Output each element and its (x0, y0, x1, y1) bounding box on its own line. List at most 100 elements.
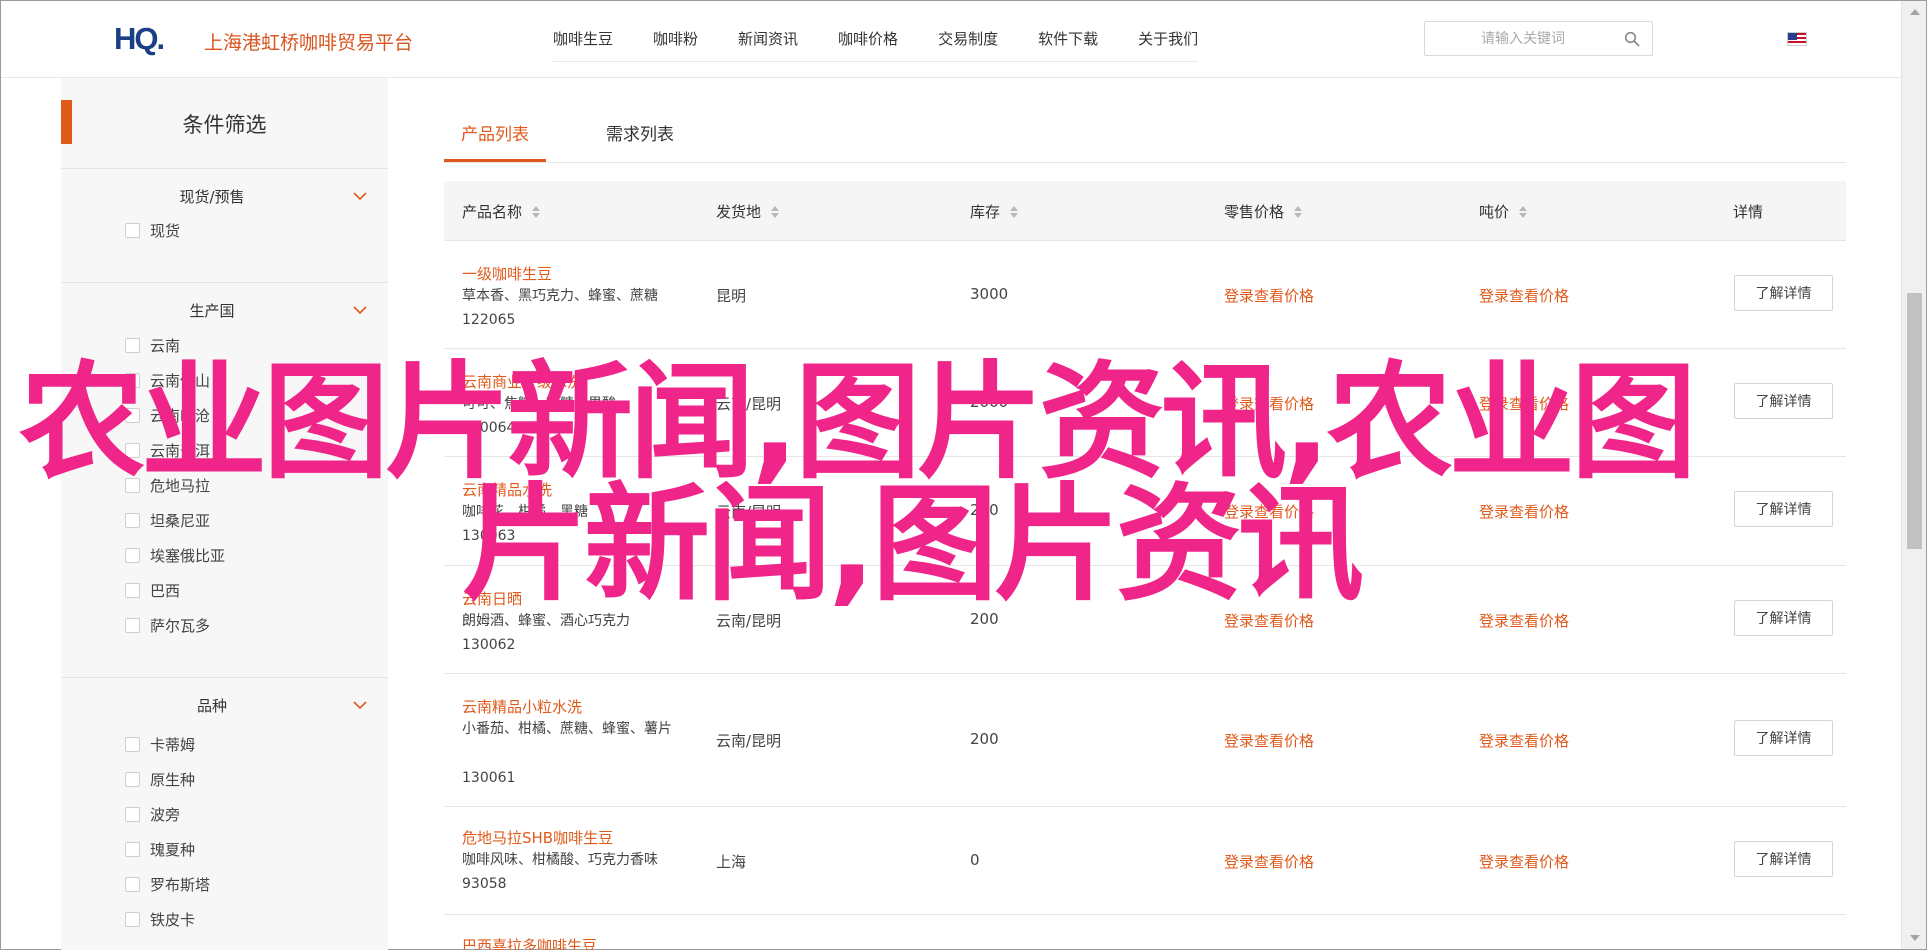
view-details-button[interactable]: 了解详情 (1734, 383, 1833, 419)
scroll-down-arrow-icon[interactable] (1910, 935, 1920, 941)
view-details-button[interactable]: 了解详情 (1734, 275, 1833, 311)
sort-icon[interactable] (1010, 205, 1019, 219)
filter-group-title[interactable]: 现货/预售 (61, 186, 363, 207)
ton-price-login-link[interactable]: 登录查看价格 (1479, 610, 1569, 631)
filter-option[interactable]: 瑰夏种 (125, 839, 195, 859)
filter-header: 条件筛选 (61, 78, 388, 169)
filter-option[interactable]: 云南保山 (125, 370, 210, 390)
column-header-ton-price[interactable]: 吨价 (1479, 201, 1528, 222)
checkbox[interactable] (125, 442, 140, 458)
retail-price-login-link[interactable]: 登录查看价格 (1224, 285, 1314, 306)
filter-option[interactable]: 卡蒂姆 (125, 734, 195, 754)
checkbox[interactable] (125, 547, 140, 563)
filter-option[interactable]: 坦桑尼亚 (125, 510, 210, 530)
filter-option[interactable]: 云南临沧 (125, 405, 210, 425)
checkbox[interactable] (125, 512, 140, 528)
filter-option[interactable]: 埃塞俄比亚 (125, 545, 225, 565)
column-header-retail-price[interactable]: 零售价格 (1224, 201, 1303, 222)
product-name-link[interactable]: 云南精品水洗 (462, 479, 552, 500)
nav-item-about-us[interactable]: 关于我们 (1138, 24, 1198, 62)
stock-cell: 200 (970, 610, 999, 628)
filter-option-label: 坦桑尼亚 (150, 511, 211, 530)
tab-demand-list[interactable]: 需求列表 (606, 120, 674, 162)
tab-product-list[interactable]: 产品列表 (444, 120, 546, 162)
filter-option[interactable]: 铁皮卡 (125, 909, 195, 929)
search-icon[interactable] (1624, 31, 1640, 47)
site-logo[interactable]: HQ. (114, 21, 165, 56)
retail-price-login-link[interactable]: 登录查看价格 (1224, 610, 1314, 631)
filter-option[interactable]: 云南普洱 (125, 440, 210, 460)
checkbox[interactable] (125, 582, 140, 598)
scrollbar-thumb[interactable] (1907, 293, 1922, 549)
retail-price-login-link[interactable]: 登录查看价格 (1224, 851, 1314, 872)
ton-price-login-link[interactable]: 登录查看价格 (1479, 393, 1569, 414)
checkbox[interactable] (125, 337, 140, 353)
retail-price-login-link[interactable]: 登录查看价格 (1224, 730, 1314, 751)
filter-option[interactable]: 现货 (125, 220, 180, 240)
filter-option[interactable]: 云南 (125, 335, 180, 355)
checkbox[interactable] (125, 806, 140, 822)
sort-icon[interactable] (1519, 205, 1528, 219)
column-header-product-name[interactable]: 产品名称 (462, 201, 541, 222)
product-name-link[interactable]: 一级咖啡生豆 (462, 263, 552, 284)
filter-option[interactable]: 原生种 (125, 769, 195, 789)
filter-option[interactable]: 危地马拉 (125, 475, 210, 495)
chevron-down-icon[interactable] (353, 305, 367, 315)
view-details-button[interactable]: 了解详情 (1734, 841, 1833, 877)
column-header-label: 吨价 (1479, 203, 1510, 221)
stock-cell: 0 (970, 851, 980, 869)
filter-option[interactable]: 萨尔瓦多 (125, 615, 210, 635)
chevron-down-icon[interactable] (353, 700, 367, 710)
checkbox[interactable] (125, 617, 140, 633)
checkbox[interactable] (125, 407, 140, 423)
ton-price-login-link[interactable]: 登录查看价格 (1479, 730, 1569, 751)
checkbox[interactable] (125, 477, 140, 493)
checkbox[interactable] (125, 911, 140, 927)
filter-option-label: 瑰夏种 (150, 840, 196, 859)
filter-option[interactable]: 巴西 (125, 580, 180, 600)
filter-group-title[interactable]: 生产国 (61, 300, 363, 321)
search-input[interactable] (1425, 22, 1625, 55)
nav-item-coffee-beans[interactable]: 咖啡生豆 (553, 24, 613, 62)
checkbox[interactable] (125, 771, 140, 787)
product-name-link[interactable]: 巴西喜拉多咖啡生豆 (462, 935, 597, 950)
column-header-origin[interactable]: 发货地 (716, 201, 780, 222)
filter-option[interactable]: 罗布斯塔 (125, 874, 210, 894)
checkbox[interactable] (125, 841, 140, 857)
checkbox[interactable] (125, 372, 140, 388)
checkbox[interactable] (125, 876, 140, 892)
retail-price-login-link[interactable]: 登录查看价格 (1224, 393, 1314, 414)
filter-group-title[interactable]: 品种 (61, 695, 363, 716)
view-details-button[interactable]: 了解详情 (1734, 720, 1833, 756)
product-name-link[interactable]: 云南精品小粒水洗 (462, 696, 582, 717)
nav-item-coffee-price[interactable]: 咖啡价格 (838, 24, 898, 62)
vertical-scrollbar[interactable] (1901, 1, 1926, 949)
sort-icon[interactable] (771, 205, 780, 219)
checkbox[interactable] (125, 736, 140, 752)
retail-price-login-link[interactable]: 登录查看价格 (1224, 501, 1314, 522)
nav-item-trade-rules[interactable]: 交易制度 (938, 24, 998, 62)
ton-price-login-link[interactable]: 登录查看价格 (1479, 501, 1569, 522)
view-details-button[interactable]: 了解详情 (1734, 491, 1833, 527)
nav-item-news[interactable]: 新闻资讯 (738, 24, 798, 62)
ton-price-login-link[interactable]: 登录查看价格 (1479, 285, 1569, 306)
sort-icon[interactable] (532, 205, 541, 219)
product-name-link[interactable]: 云南日晒 (462, 588, 522, 609)
chevron-down-icon[interactable] (353, 191, 367, 201)
product-code: 130063 (462, 528, 516, 544)
checkbox[interactable] (125, 222, 140, 238)
column-header-stock[interactable]: 库存 (970, 201, 1019, 222)
table-row: 云南精品小粒水洗 小番茄、柑橘、蔗糖、蜂蜜、薯片 130061 云南/昆明 20… (444, 674, 1846, 807)
scroll-up-arrow-icon[interactable] (1910, 9, 1920, 15)
site-name[interactable]: 上海港虹桥咖啡贸易平台 (204, 28, 413, 55)
product-code: 130062 (462, 637, 516, 653)
us-flag-icon[interactable] (1787, 32, 1807, 46)
sort-icon[interactable] (1294, 205, 1303, 219)
product-name-link[interactable]: 云南商业一级水洗 (462, 371, 582, 392)
nav-item-software-download[interactable]: 软件下载 (1038, 24, 1098, 62)
nav-item-coffee-powder[interactable]: 咖啡粉 (653, 24, 698, 62)
filter-option[interactable]: 波旁 (125, 804, 180, 824)
ton-price-login-link[interactable]: 登录查看价格 (1479, 851, 1569, 872)
product-name-link[interactable]: 危地马拉SHB咖啡生豆 (462, 827, 613, 848)
view-details-button[interactable]: 了解详情 (1734, 600, 1833, 636)
